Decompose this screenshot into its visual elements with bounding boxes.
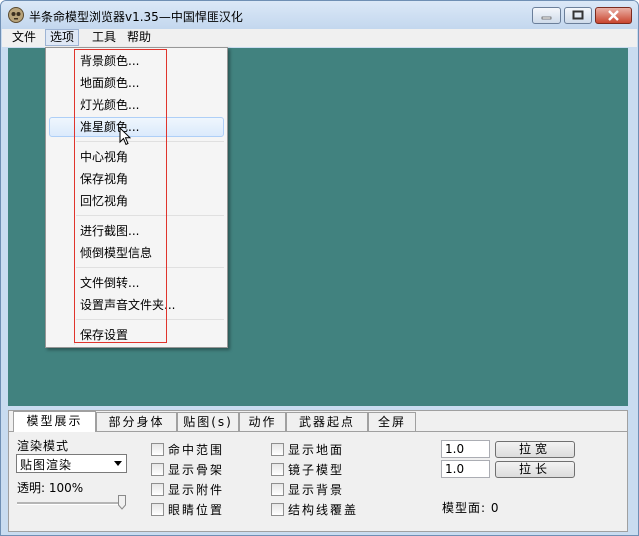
mouse-pointer-icon bbox=[119, 127, 131, 146]
transparency-label: 透明: 100% bbox=[17, 481, 84, 495]
show-ground-label: 显示地面 bbox=[288, 443, 345, 457]
tab-fullscreen[interactable]: 全屏 bbox=[368, 412, 416, 431]
transparency-slider-track[interactable] bbox=[17, 502, 125, 505]
show-attachments-checkbox[interactable] bbox=[151, 483, 164, 496]
close-button[interactable] bbox=[595, 7, 632, 24]
tab-body-parts[interactable]: 部分身体 bbox=[96, 412, 177, 431]
minimize-icon bbox=[541, 16, 552, 20]
tab-animations[interactable]: 动作 bbox=[239, 412, 286, 431]
hitbox-checkbox[interactable] bbox=[151, 443, 164, 456]
show-skeleton-checkbox[interactable] bbox=[151, 463, 164, 476]
menu-options[interactable]: 选项 bbox=[45, 29, 80, 46]
menu-tools[interactable]: 工具 bbox=[88, 29, 120, 46]
stretch-width-button[interactable]: 拉宽 bbox=[495, 441, 575, 458]
maximize-button[interactable] bbox=[564, 7, 592, 24]
stretch-height-button[interactable]: 拉长 bbox=[495, 461, 575, 478]
show-skeleton-label: 显示骨架 bbox=[168, 463, 225, 477]
render-mode-label: 渲染模式 bbox=[17, 439, 70, 453]
scale-height-input[interactable]: 1.0 bbox=[441, 460, 490, 478]
mirror-model-checkbox[interactable] bbox=[271, 463, 284, 476]
tab-model-display[interactable]: 模型展示 bbox=[13, 411, 96, 432]
control-panel: 模型展示 部分身体 贴图(s) 动作 武器起点 全屏 渲染模式 贴图渲染 透明:… bbox=[8, 410, 628, 532]
minimize-button[interactable] bbox=[532, 7, 561, 24]
wireframe-overlay-label: 结构线覆盖 bbox=[288, 503, 359, 517]
annotation-highlight-box bbox=[74, 49, 167, 343]
show-background-label: 显示背景 bbox=[288, 483, 345, 497]
eye-position-label: 眼睛位置 bbox=[168, 503, 225, 517]
show-attachments-label: 显示附件 bbox=[168, 483, 225, 497]
tab-textures[interactable]: 贴图(s) bbox=[177, 412, 239, 431]
show-background-checkbox[interactable] bbox=[271, 483, 284, 496]
maximize-icon bbox=[572, 10, 584, 20]
menu-bar: 文件 选项 工具 帮助 bbox=[2, 29, 637, 47]
model-faces-readout: 模型面: 0 bbox=[442, 501, 500, 515]
show-ground-checkbox[interactable] bbox=[271, 443, 284, 456]
menu-help[interactable]: 帮助 bbox=[123, 29, 155, 46]
eye-position-checkbox[interactable] bbox=[151, 503, 164, 516]
tab-weapon-origin[interactable]: 武器起点 bbox=[286, 412, 368, 431]
mirror-model-label: 镜子模型 bbox=[288, 463, 345, 477]
scale-width-input[interactable]: 1.0 bbox=[441, 440, 490, 458]
chevron-down-icon bbox=[114, 461, 122, 466]
transparency-slider-thumb[interactable] bbox=[118, 495, 126, 510]
wireframe-overlay-checkbox[interactable] bbox=[271, 503, 284, 516]
window-title: 半条命模型浏览器v1.35—中国悍匪汉化 bbox=[29, 10, 243, 24]
menu-file[interactable]: 文件 bbox=[8, 29, 40, 46]
title-bar[interactable]: 半条命模型浏览器v1.35—中国悍匪汉化 bbox=[1, 1, 638, 29]
close-icon bbox=[608, 10, 619, 21]
render-mode-select[interactable]: 贴图渲染 bbox=[16, 454, 127, 473]
hitbox-label: 命中范围 bbox=[168, 443, 225, 457]
render-mode-value: 贴图渲染 bbox=[20, 458, 73, 472]
half-life-face-icon[interactable] bbox=[8, 7, 24, 23]
app-window: 半条命模型浏览器v1.35—中国悍匪汉化 文件 选项 工具 帮助 背景颜色...… bbox=[0, 0, 639, 536]
